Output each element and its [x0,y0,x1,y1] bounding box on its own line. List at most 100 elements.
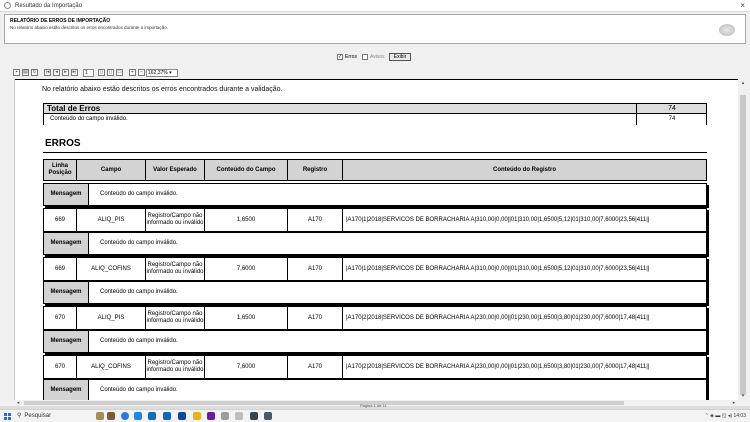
cell-conteudo-registro: |A170|1|2018|SERVICOS DE BORRACHARIA A|3… [346,216,650,223]
col-header-campo: Campo [77,160,146,180]
taskbar-app-icon[interactable] [207,412,215,420]
message-label: Mensagem [44,184,89,205]
scroll-down-icon[interactable]: ▾ [739,392,747,400]
cell-conteudo-registro: |A170|2|2018|SERVICOS DE BORRACHARIA A|2… [346,363,650,370]
zoom-value: 162,37% [148,70,168,76]
cell-conteudo-campo: 1,6500 [205,209,288,231]
table-row: 669 ALIQ_PIS Registro/Campo não informad… [43,208,707,232]
message-label: Mensagem [44,233,89,254]
avisos-checkbox[interactable] [362,54,368,60]
total-row-label: Conteúdo do campo inválido. [50,116,128,122]
logo-icon [719,24,735,36]
taskbar-app-icon[interactable] [235,412,243,420]
single-page-icon[interactable]: ▯ [98,69,105,76]
title-bar: Resultado da Importação × [0,0,750,12]
message-label: Mensagem [44,331,89,352]
fit-page-icon[interactable]: ▭ [116,69,123,76]
message-text: Conteúdo do campo inválido. [100,289,178,295]
taskbar-app-icon[interactable] [221,412,229,420]
taskbar-people-icon[interactable] [107,412,115,420]
errors-title-underline [43,152,707,153]
refresh-icon[interactable]: ↻ [31,69,38,76]
message-label: Mensagem [44,380,89,400]
report-header: RELATÓRIO DE ERROS DE IMPORTAÇÃO No rela… [4,14,746,44]
errors-table-header: Linha Posição Campo Valor Esperado Conte… [43,159,707,181]
vertical-scroll-thumb[interactable] [740,95,746,395]
last-page-icon[interactable]: ▸| [71,69,78,76]
two-page-icon[interactable]: ▯ [107,69,114,76]
zoom-select[interactable]: 162,37% ▾ [146,69,178,77]
page-number-input[interactable]: 1 [83,69,94,77]
col-header-valor-esperado: Valor Esperado [146,160,205,180]
cell-campo: ALIQ_PIS [77,307,146,329]
system-tray[interactable]: ⌃ ◈ ▬ ◱ ◂) 14:03 [705,410,746,422]
app-icon [4,2,11,9]
message-row: Mensagem Conteúdo do campo inválido. [43,281,707,304]
cell-linha: 670 [44,307,77,329]
page-indicator: Página 1 de 11 [360,403,387,408]
taskbar-edge-icon[interactable] [121,412,129,420]
cell-campo: ALIQ_PIS [77,209,146,231]
close-icon[interactable]: × [740,0,745,12]
total-detail-row [44,114,706,125]
erros-checkbox[interactable]: ✓ [337,54,343,60]
taskbar-mail-icon[interactable] [163,412,171,420]
total-errors-label: Total de Erros [47,104,101,113]
cell-valor-esperado: Registro/Campo não informado ou inválido [146,209,205,231]
taskbar-app-icon[interactable] [264,412,272,420]
cell-valor-esperado: Registro/Campo não informado ou inválido [146,307,205,329]
col-header-conteudo-registro: Conteúdo do Registro [493,166,556,173]
exibir-button[interactable]: Exibir [389,53,411,61]
total-errors-box: Total de Erros 74 Conteúdo do campo invá… [43,103,707,125]
total-header-row [44,104,706,114]
zoom-out-icon[interactable]: − [138,69,145,76]
print-icon[interactable]: ▤ [22,69,29,76]
report-viewer[interactable]: No relatório abaixo estão descritos os e… [14,79,738,400]
prev-page-icon[interactable]: ◂ [53,69,60,76]
message-row: Mensagem Conteúdo do campo inválido. [43,232,707,255]
windows-start-icon[interactable] [4,413,11,420]
message-text: Conteúdo do campo inválido. [100,191,178,197]
table-row: 669 ALIQ_COFINS Registro/Campo não infor… [43,257,707,281]
vertical-scrollbar[interactable]: ▴ ▾ [738,79,748,400]
taskbar-widget-icon[interactable] [96,412,104,420]
col-header-linha: Linha Posição [44,160,77,180]
first-page-icon[interactable]: |◂ [44,69,51,76]
taskbar-store-icon[interactable] [148,412,156,420]
message-text: Conteúdo do campo inválido. [100,387,178,393]
cell-registro: A170 [288,307,343,329]
table-row: 670 ALIQ_COFINS Registro/Campo não infor… [43,355,707,379]
col-header-registro: Registro [288,160,343,180]
cell-registro: A170 [288,258,343,280]
total-row-value: 74 [668,116,676,122]
cell-conteudo-campo: 7,6000 [205,356,288,378]
taskbar-search[interactable]: ⚲ Pesquisar [14,411,90,422]
taskbar-app-icon[interactable] [134,412,142,420]
total-errors-value: 74 [668,105,676,112]
cell-linha: 669 [44,209,77,231]
taskbar-app-icon[interactable] [250,412,258,420]
cell-registro: A170 [288,356,343,378]
message-label: Mensagem [44,282,89,303]
table-row: 670 ALIQ_PIS Registro/Campo não informad… [43,306,707,330]
message-row: Mensagem Conteúdo do campo inválido. [43,183,707,206]
message-row: Mensagem Conteúdo do campo inválido. [43,330,707,353]
taskbar-app-icon[interactable] [178,412,186,420]
window-title: Resultado da Importação [15,3,83,9]
zoom-in-icon[interactable]: + [129,69,136,76]
filter-bar: ✓ Erros Avisos Exibir [0,51,750,63]
cell-campo: ALIQ_COFINS [77,258,146,280]
horizontal-scroll-thumb[interactable] [24,401,624,405]
taskbar-explorer-icon[interactable] [193,412,201,420]
taskbar-search-placeholder: Pesquisar [24,413,52,419]
cell-linha: 669 [44,258,77,280]
next-page-icon[interactable]: ▸ [62,69,69,76]
avisos-checkbox-label: Avisos [370,54,385,60]
erros-checkbox-label: Erros [345,54,357,60]
cell-conteudo-campo: 1,6500 [205,307,288,329]
report-header-title: RELATÓRIO DE ERROS DE IMPORTAÇÃO [10,18,111,24]
save-icon[interactable]: ▪ [13,69,20,76]
message-text: Conteúdo do campo inválido. [100,338,178,344]
cell-registro: A170 [288,209,343,231]
scroll-up-icon[interactable]: ▴ [739,79,747,87]
